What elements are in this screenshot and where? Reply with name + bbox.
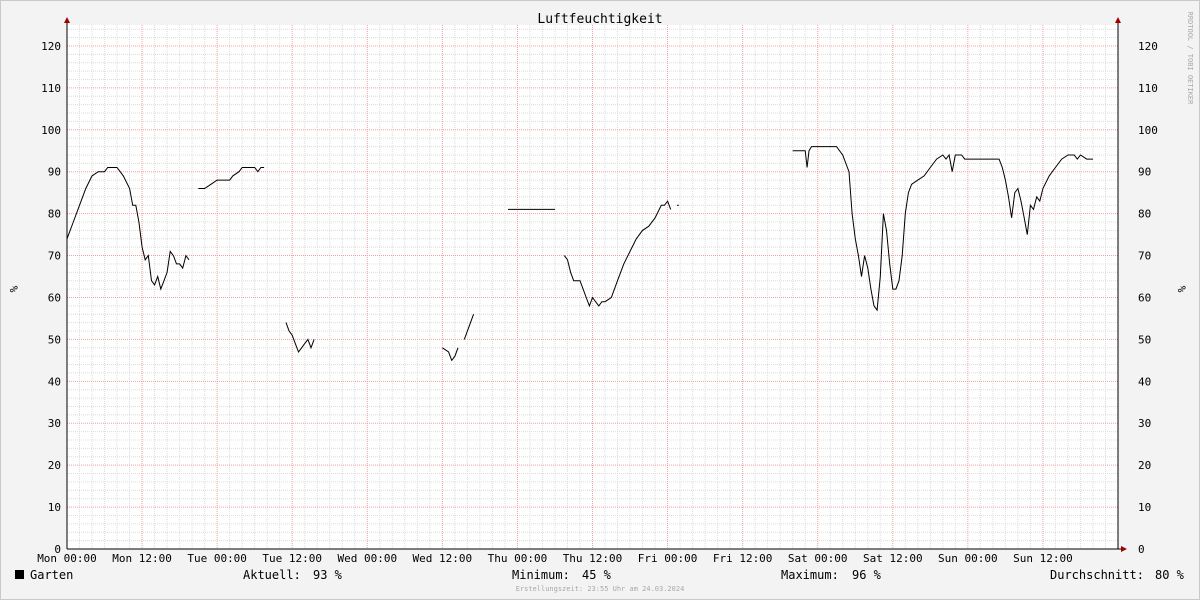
y-tick-label: 20: [48, 459, 61, 472]
x-ticks: Mon 00:00 Mon 12:00 Tue 00:00 Tue 12:00 Wed …: [37, 552, 1073, 565]
y-tick-label-right: 90: [1138, 166, 1151, 179]
x-tick-label: Tue 12:00: [262, 552, 322, 565]
y-tick-label-right: 120: [1138, 40, 1158, 53]
watermark: RRDTOOL / TOBI OETIKER: [1186, 12, 1194, 106]
x-tick-label: Sun 12:00: [1013, 552, 1073, 565]
x-tick-label: Tue 00:00: [187, 552, 247, 565]
y-tick-label-right: 70: [1138, 250, 1151, 263]
y-tick-label-right: 50: [1138, 333, 1151, 346]
y-tick-label: 10: [48, 501, 61, 514]
legend-swatch: [15, 570, 24, 579]
y-ticks-right: 0 10 20 30 40 50 60 70 80 90 100 110 120: [1138, 40, 1158, 556]
x-tick-label: Thu 00:00: [488, 552, 548, 565]
y-tick-label-right: 40: [1138, 375, 1151, 388]
y-tick-label: 50: [48, 333, 61, 346]
legend-avg-label: Durchschnitt:: [1050, 568, 1144, 582]
x-tick-label: Wed 12:00: [413, 552, 473, 565]
y-axis-label-right: %: [1175, 286, 1188, 293]
y-tick-label: 110: [41, 82, 61, 95]
legend-minimum-label: Minimum:: [512, 568, 570, 582]
legend-minimum-value: 45 %: [582, 568, 612, 582]
legend-maximum-label: Maximum:: [781, 568, 839, 582]
x-tick-label: Sat 00:00: [788, 552, 848, 565]
y-tick-label: 60: [48, 291, 61, 304]
y-axis-arrow-right: [1115, 17, 1121, 23]
footer-timestamp: Erstellungszeit: 23:55 Uhr am 24.03.2024: [516, 585, 685, 593]
y-tick-label-right: 0: [1138, 543, 1145, 556]
y-axis-arrow-left: [64, 17, 70, 23]
legend-maximum-value: 96 %: [852, 568, 882, 582]
y-tick-label-right: 80: [1138, 208, 1151, 221]
chart-title: Luftfeuchtigkeit: [537, 12, 662, 27]
y-tick-label: 100: [41, 124, 61, 137]
legend-aktuell-label: Aktuell:: [243, 568, 301, 582]
y-tick-label-right: 60: [1138, 291, 1151, 304]
y-tick-label: 120: [41, 40, 61, 53]
legend-avg-value: 80 %: [1155, 568, 1185, 582]
x-tick-label: Mon 00:00: [37, 552, 97, 565]
y-tick-label-right: 10: [1138, 501, 1151, 514]
y-tick-label: 40: [48, 375, 61, 388]
x-tick-label: Sat 12:00: [863, 552, 923, 565]
humidity-chart: 0 10 20 30 40 50 60 70 80 90 100 110 120 0 10 20 30 40 50…: [7, 12, 1194, 593]
x-tick-label: Wed 00:00: [337, 552, 397, 565]
y-tick-label-right: 30: [1138, 417, 1151, 430]
x-tick-label: Fri 00:00: [638, 552, 698, 565]
y-axis-label-left: %: [7, 286, 20, 293]
y-tick-label: 70: [48, 250, 61, 263]
x-tick-label: Fri 12:00: [713, 552, 773, 565]
y-tick-label-right: 110: [1138, 82, 1158, 95]
y-tick-label: 30: [48, 417, 61, 430]
legend-aktuell-value: 93 %: [313, 568, 343, 582]
y-tick-label: 80: [48, 208, 61, 221]
y-ticks-left: 0102030405060708090100110120: [41, 40, 61, 556]
x-tick-label: Thu 12:00: [563, 552, 623, 565]
y-tick-label: 90: [48, 166, 61, 179]
y-tick-label-right: 20: [1138, 459, 1151, 472]
x-tick-label: Sun 00:00: [938, 552, 998, 565]
legend-series-name: Garten: [30, 568, 73, 582]
x-tick-label: Mon 12:00: [112, 552, 172, 565]
y-tick-label-right: 100: [1138, 124, 1158, 137]
x-axis-arrow: [1121, 546, 1127, 552]
